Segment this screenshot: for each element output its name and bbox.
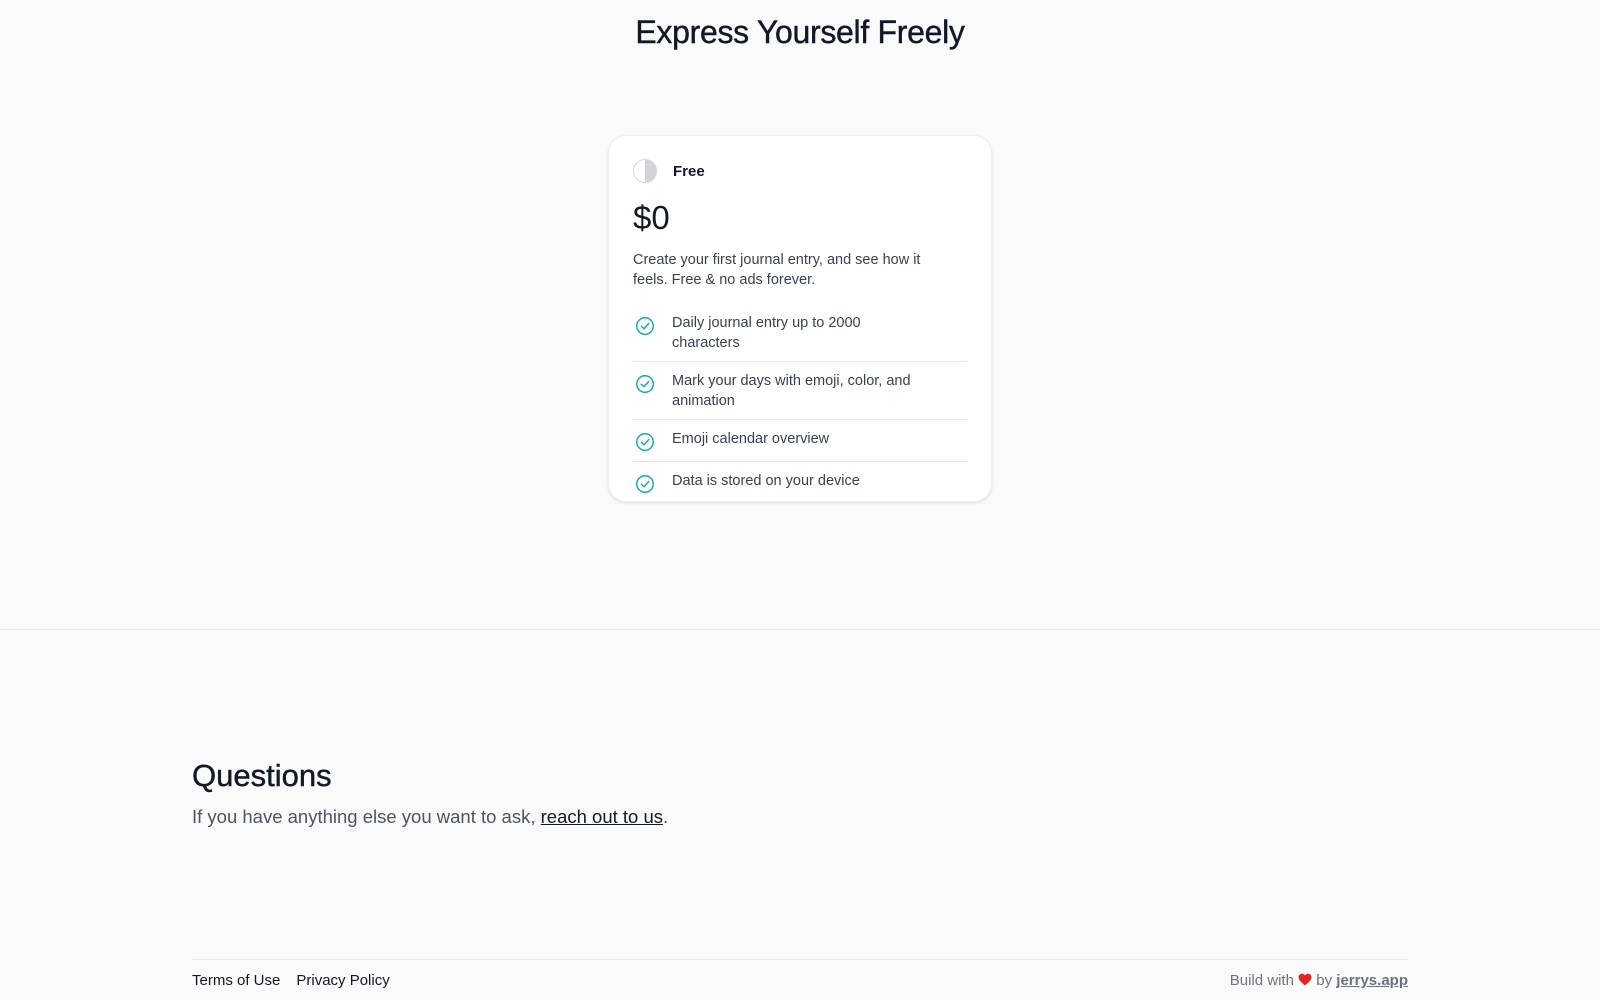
- questions-heading: Questions: [192, 758, 332, 793]
- footer: Terms of Use Privacy Policy Build with b…: [192, 959, 1408, 1000]
- check-circle-icon: [636, 317, 654, 335]
- privacy-policy-link[interactable]: Privacy Policy: [296, 972, 389, 989]
- pricing-card-free: Free $0 Create your first journal entry,…: [608, 135, 992, 502]
- plan-description: Create your first journal entry, and see…: [633, 252, 921, 288]
- questions-text: If you have anything else you want to as…: [192, 806, 668, 828]
- plan-header: Free: [633, 158, 967, 184]
- questions-text-before: If you have anything else you want to as…: [192, 806, 541, 827]
- credit-text: Build with: [1229, 972, 1294, 989]
- check-circle-icon: [636, 475, 654, 493]
- feature-label: Daily journal entry up to 2000 character…: [672, 315, 861, 351]
- footer-credit: Build with by jerrys.app: [1230, 972, 1408, 989]
- feature-item: Daily journal entry up to 2000 character…: [633, 304, 967, 362]
- footer-links: Terms of Use Privacy Policy: [192, 972, 390, 989]
- jerrys-app-link[interactable]: jerrys.app: [1336, 972, 1408, 989]
- feature-label: Mark your days with emoji, color, and an…: [672, 373, 911, 409]
- half-circle-icon: [633, 159, 657, 183]
- feature-label: Data is stored on your device: [672, 473, 860, 489]
- heart-icon: [1298, 973, 1312, 986]
- feature-item: Emoji calendar overview: [633, 420, 967, 462]
- plan-price: $0: [633, 199, 670, 236]
- feature-item: Data is stored on your device: [633, 462, 967, 503]
- feature-label: Emoji calendar overview: [672, 431, 830, 447]
- plan-name: Free: [673, 162, 705, 180]
- questions-text-after: .: [663, 806, 669, 827]
- check-circle-icon: [636, 375, 654, 393]
- terms-of-use-link[interactable]: Terms of Use: [192, 972, 280, 989]
- check-circle-icon: [636, 433, 654, 451]
- reach-out-link[interactable]: reach out to us: [541, 806, 663, 827]
- feature-list: Daily journal entry up to 2000 character…: [633, 304, 967, 503]
- section-divider: [0, 629, 1600, 630]
- credit-by: by: [1316, 972, 1333, 989]
- feature-item: Mark your days with emoji, color, and an…: [633, 362, 967, 420]
- page-title: Express Yourself Freely: [635, 14, 965, 50]
